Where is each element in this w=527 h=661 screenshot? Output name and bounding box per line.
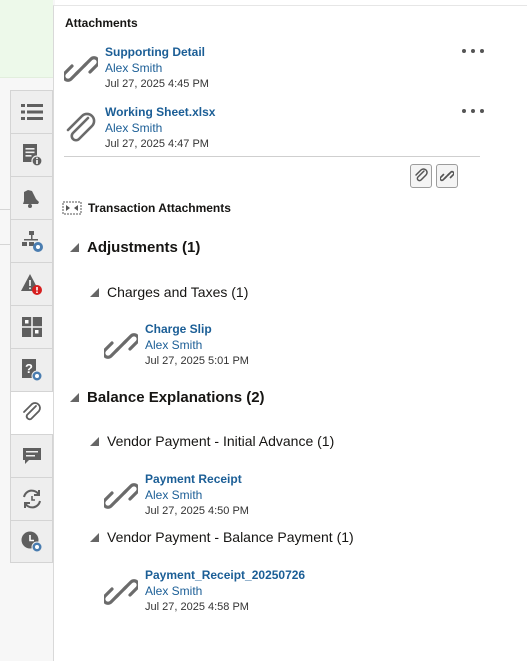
tree-node-initial-advance[interactable]: Vendor Payment - Initial Advance (1) [90, 433, 334, 449]
attachment-name-link[interactable]: Working Sheet.xlsx [105, 104, 215, 120]
tab-sync[interactable] [10, 477, 53, 520]
collapse-icon[interactable] [90, 287, 99, 297]
tab-hierarchy-settings[interactable] [10, 219, 53, 262]
collapse-icon[interactable] [90, 532, 99, 542]
background-success-banner [0, 0, 53, 78]
transaction-attachments-header: Transaction Attachments [62, 201, 231, 215]
tree-node-balance-payment[interactable]: Vendor Payment - Balance Payment (1) [90, 529, 354, 545]
list-icon [20, 104, 43, 120]
sync-icon [22, 489, 41, 509]
attachment-user-link[interactable]: Alex Smith [105, 120, 215, 136]
attachment-user-link[interactable]: Alex Smith [145, 583, 305, 599]
tab-alerts[interactable] [10, 262, 53, 305]
add-link-button[interactable] [436, 164, 458, 188]
section-title: Transaction Attachments [88, 201, 231, 215]
expand-all-icon[interactable] [62, 201, 82, 215]
paperclip-icon [415, 168, 428, 182]
more-actions-button[interactable] [462, 44, 484, 58]
document-info-icon [22, 144, 43, 167]
link-icon [440, 170, 454, 182]
link-icon [104, 579, 138, 605]
attachment-item: Payment Receipt Alex Smith Jul 27, 2025 … [104, 471, 404, 523]
attachment-item: Charge Slip Alex Smith Jul 27, 2025 5:01… [104, 321, 404, 373]
clock-settings-icon [21, 531, 42, 552]
link-icon [104, 483, 138, 509]
drawer-title: Attachments [65, 16, 138, 30]
attachment-date: Jul 27, 2025 4:45 PM [105, 78, 209, 90]
attachment-date: Jul 27, 2025 4:47 PM [105, 138, 209, 150]
collapse-icon[interactable] [70, 393, 79, 402]
tree-node-label: Vendor Payment - Initial Advance (1) [107, 433, 335, 449]
collapse-icon[interactable] [90, 436, 99, 446]
svg-text:?: ? [25, 361, 33, 376]
link-icon [64, 56, 98, 82]
bell-icon [22, 190, 39, 208]
attachment-item: Supporting Detail Alex Smith Jul 27, 202… [64, 44, 484, 96]
add-file-button[interactable] [410, 164, 432, 188]
tree-node-charges-and-taxes[interactable]: Charges and Taxes (1) [90, 284, 248, 300]
tree-node-label: Balance Explanations (2) [87, 389, 265, 406]
tab-comments[interactable] [10, 434, 53, 477]
warning-alert-icon [20, 274, 42, 295]
adjustments-icon [21, 317, 42, 337]
collapse-icon[interactable] [70, 243, 79, 252]
tab-clock-settings[interactable] [10, 520, 53, 563]
attachment-name-link[interactable]: Charge Slip [145, 321, 249, 337]
tab-list[interactable] [10, 90, 53, 133]
attachment-name-link[interactable]: Payment Receipt [145, 471, 249, 487]
attachments-drawer: Attachments Supporting Detail Alex Smith… [53, 5, 527, 661]
attachment-user-link[interactable]: Alex Smith [145, 487, 249, 503]
attachment-item: Working Sheet.xlsx Alex Smith Jul 27, 20… [64, 104, 484, 156]
attachment-user-link[interactable]: Alex Smith [145, 337, 249, 353]
attachment-date: Jul 27, 2025 4:50 PM [145, 505, 249, 517]
side-tab-rail: ? [10, 90, 54, 563]
link-icon [104, 333, 138, 359]
attachment-date: Jul 27, 2025 4:58 PM [145, 601, 249, 613]
question-settings-icon: ? [21, 359, 42, 382]
paperclip-icon [66, 112, 96, 142]
tree-node-label: Adjustments (1) [87, 239, 201, 256]
tree-node-adjustments[interactable]: Adjustments (1) [70, 239, 200, 256]
attachment-user-link[interactable]: Alex Smith [105, 60, 209, 76]
tab-notifications[interactable] [10, 176, 53, 219]
tab-questions[interactable]: ? [10, 348, 53, 391]
tab-attachments[interactable] [10, 391, 54, 434]
paperclip-icon [23, 402, 41, 421]
attachment-name-link[interactable]: Supporting Detail [105, 44, 209, 60]
tree-node-label: Charges and Taxes (1) [107, 284, 249, 300]
more-actions-button[interactable] [462, 104, 484, 118]
divider [64, 156, 480, 157]
hierarchy-settings-icon [21, 231, 43, 252]
tree-node-label: Vendor Payment - Balance Payment (1) [107, 529, 354, 545]
attachment-item: Payment_Receipt_20250726 Alex Smith Jul … [104, 567, 404, 619]
tree-node-balance-explanations[interactable]: Balance Explanations (2) [70, 389, 265, 406]
comment-icon [22, 448, 41, 464]
tab-adjustments[interactable] [10, 305, 53, 348]
attachment-date: Jul 27, 2025 5:01 PM [145, 355, 249, 367]
attachment-name-link[interactable]: Payment_Receipt_20250726 [145, 567, 305, 583]
tab-document-info[interactable] [10, 133, 53, 176]
